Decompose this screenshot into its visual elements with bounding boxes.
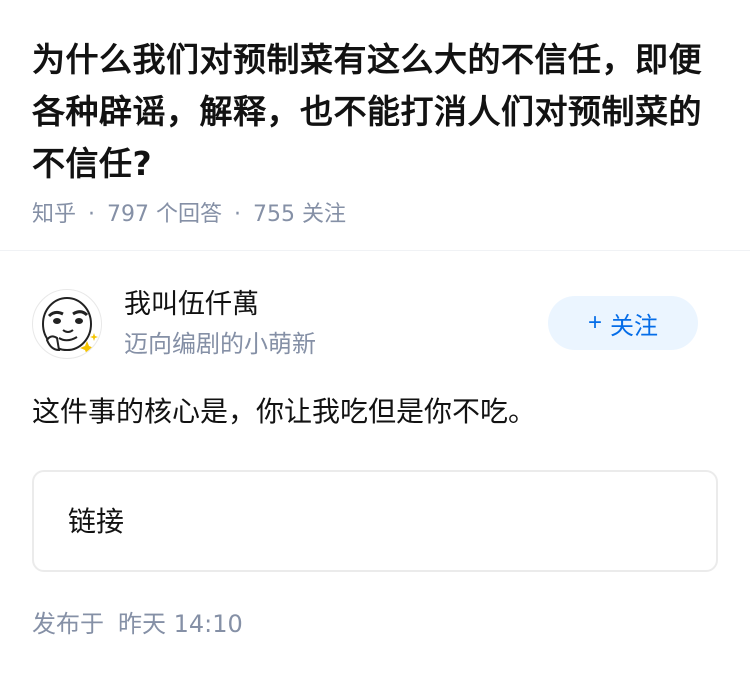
section-divider	[0, 250, 750, 251]
follower-count: 755 关注	[253, 202, 347, 227]
question-meta: 知乎 · 797 个回答 · 755 关注	[32, 200, 722, 230]
publish-info: 发布于 昨天 14:10	[32, 608, 243, 640]
link-label: 链接	[68, 505, 125, 538]
question-header: 为什么我们对预制菜有这么大的不信任，即便各种辟谣，解释，也不能打消人们对预制菜的…	[32, 34, 722, 230]
meta-separator: ·	[88, 202, 96, 227]
author-avatar[interactable]	[32, 289, 102, 359]
author-name[interactable]: 我叫伍仟萬	[124, 286, 259, 324]
meta-separator: ·	[234, 202, 242, 227]
author-bio: 迈向编剧的小萌新	[124, 330, 316, 358]
publish-time: 昨天 14:10	[118, 610, 243, 638]
plus-icon: +	[587, 309, 602, 336]
answer-count[interactable]: 797 个回答	[107, 200, 222, 230]
source-label[interactable]: 知乎	[32, 200, 76, 230]
answer-text: 这件事的核心是，你让我吃但是你不吃。	[32, 395, 537, 428]
author-row: 我叫伍仟萬 迈向编剧的小萌新 + 关注	[32, 284, 698, 364]
follow-label: 关注	[610, 312, 658, 340]
publish-label: 发布于	[32, 610, 104, 638]
question-title[interactable]: 为什么我们对预制菜有这么大的不信任，即便各种辟谣，解释，也不能打消人们对预制菜的…	[32, 34, 722, 190]
cartoon-face-icon	[42, 297, 98, 355]
follow-button[interactable]: + 关注	[548, 296, 698, 350]
link-card[interactable]: 链接	[32, 470, 718, 572]
